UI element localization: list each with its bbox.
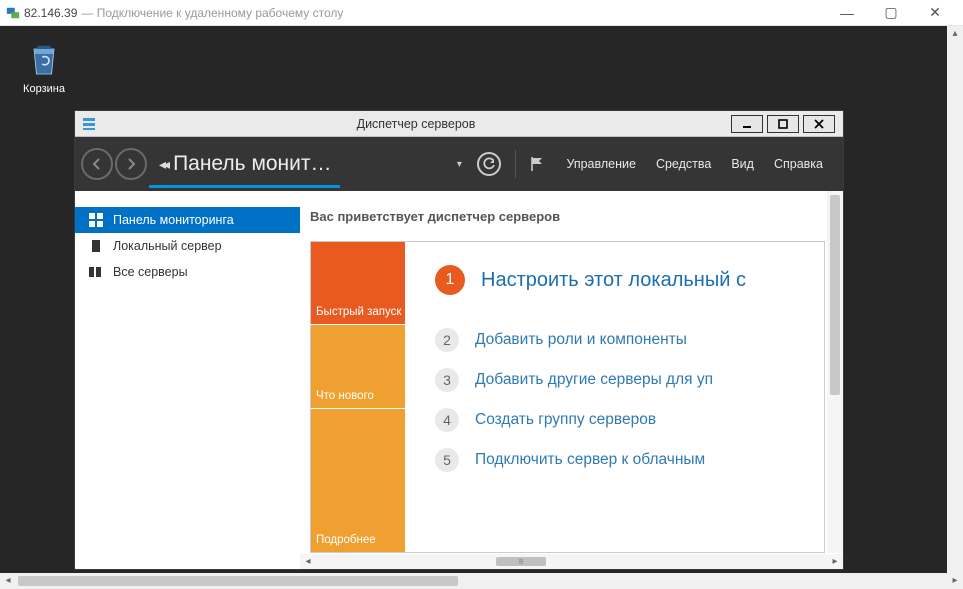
nav-forward-button[interactable] <box>115 148 147 180</box>
task-number-badge: 1 <box>435 265 465 295</box>
all-servers-icon <box>89 265 103 279</box>
nav-back-button[interactable] <box>81 148 113 180</box>
server-manager-titlebar[interactable]: Диспетчер серверов <box>75 111 843 137</box>
sm-close-button[interactable] <box>803 115 835 133</box>
menu-manage[interactable]: Управление <box>556 153 646 175</box>
scrollbar-track[interactable] <box>16 573 947 589</box>
toolbar-separator <box>515 150 516 178</box>
task-add-roles[interactable]: 2 Добавить роли и компоненты <box>435 320 824 360</box>
whats-new-block[interactable]: Что нового <box>311 324 405 408</box>
content-horizontal-scrollbar[interactable]: ◂ ▸ <box>300 554 843 569</box>
welcome-heading: Вас приветствует диспетчер серверов <box>300 191 843 238</box>
task-configure-local[interactable]: 1 Настроить этот локальный с <box>435 260 824 300</box>
task-number-badge: 2 <box>435 328 459 352</box>
rdp-close-button[interactable]: ✕ <box>913 0 957 26</box>
menu-help[interactable]: Справка <box>764 153 833 175</box>
task-label: Настроить этот локальный с <box>481 269 746 292</box>
scrollbar-thumb[interactable] <box>830 195 840 395</box>
scrollbar-thumb[interactable] <box>496 557 546 566</box>
task-add-servers[interactable]: 3 Добавить другие серверы для уп <box>435 360 824 400</box>
breadcrumb[interactable]: ◂◂ Панель монит… <box>159 152 332 176</box>
task-number-badge: 4 <box>435 408 459 432</box>
remote-desktop: Корзина Диспетчер серверов ◂◂ Панель мон… <box>0 26 947 573</box>
scroll-left-button[interactable]: ◂ <box>0 573 16 589</box>
welcome-panel: Быстрый запуск Что нового Подробнее 1 На… <box>310 241 825 553</box>
task-create-group[interactable]: 4 Создать группу серверов <box>435 400 824 440</box>
sidebar-item-local-server[interactable]: Локальный сервер <box>75 233 300 259</box>
server-manager-icon <box>81 116 97 132</box>
menu-view[interactable]: Вид <box>721 153 764 175</box>
task-label: Подключить сервер к облачным <box>475 451 705 469</box>
breadcrumb-dropdown[interactable]: ▾ <box>453 158 465 170</box>
outer-vertical-scrollbar[interactable]: ▴ <box>947 26 963 573</box>
server-manager-window: Диспетчер серверов ◂◂ Панель монит… ▾ <box>74 110 844 570</box>
rdp-ip: 82.146.39 <box>24 6 77 20</box>
recycle-bin-label: Корзина <box>14 83 74 95</box>
scrollbar-thumb[interactable] <box>18 576 458 586</box>
scroll-right-button[interactable]: ▸ <box>827 556 843 567</box>
sidebar-item-dashboard[interactable]: Панель мониторинга <box>75 207 300 233</box>
recycle-bin-icon <box>23 38 65 80</box>
rdp-maximize-button[interactable]: ▢ <box>869 0 913 26</box>
quickstart-column: Быстрый запуск Что нового Подробнее <box>311 242 405 552</box>
rdp-titlebar: 82.146.39 — Подключение к удаленному раб… <box>0 0 963 26</box>
notifications-flag-icon[interactable] <box>528 155 546 173</box>
server-manager-title: Диспетчер серверов <box>103 117 729 131</box>
scroll-left-button[interactable]: ◂ <box>300 556 316 567</box>
task-connect-cloud[interactable]: 5 Подключить сервер к облачным <box>435 440 824 480</box>
server-icon <box>89 239 103 253</box>
task-number-badge: 3 <box>435 368 459 392</box>
rdp-icon <box>6 6 20 20</box>
server-manager-toolbar: ◂◂ Панель монит… ▾ Управление Средства В… <box>75 137 843 191</box>
sidebar-item-label: Все серверы <box>113 265 188 279</box>
task-label: Создать группу серверов <box>475 411 656 429</box>
recycle-bin[interactable]: Корзина <box>14 38 74 95</box>
scroll-right-button[interactable]: ▸ <box>947 573 963 589</box>
menu-tools[interactable]: Средства <box>646 153 721 175</box>
content-vertical-scrollbar[interactable] <box>827 191 843 553</box>
task-number-badge: 5 <box>435 448 459 472</box>
outer-horizontal-scrollbar[interactable]: ◂ ▸ <box>0 573 963 589</box>
task-label: Добавить роли и компоненты <box>475 331 687 349</box>
sidebar-item-label: Локальный сервер <box>113 239 222 253</box>
scrollbar-track[interactable] <box>316 554 827 569</box>
sidebar-item-all-servers[interactable]: Все серверы <box>75 259 300 285</box>
refresh-button[interactable] <box>477 152 501 176</box>
sidebar: Панель мониторинга Локальный сервер Все … <box>75 191 300 569</box>
learn-more-block[interactable]: Подробнее <box>311 408 405 552</box>
sm-minimize-button[interactable] <box>731 115 763 133</box>
sidebar-item-label: Панель мониторинга <box>113 213 234 227</box>
scroll-up-button[interactable]: ▴ <box>947 26 963 42</box>
sm-maximize-button[interactable] <box>767 115 799 133</box>
rdp-minimize-button[interactable]: — <box>825 0 869 26</box>
breadcrumb-label: Панель монит… <box>173 152 331 176</box>
rdp-subtitle: — Подключение к удаленному рабочему стол… <box>81 6 343 20</box>
task-label: Добавить другие серверы для уп <box>475 371 713 389</box>
tasks-list: 1 Настроить этот локальный с 2 Добавить … <box>405 242 824 552</box>
quickstart-block[interactable]: Быстрый запуск <box>311 242 405 324</box>
breadcrumb-arrows-icon: ◂◂ <box>159 156 167 173</box>
content-area: Вас приветствует диспетчер серверов Быст… <box>300 191 843 569</box>
dashboard-icon <box>89 213 103 227</box>
